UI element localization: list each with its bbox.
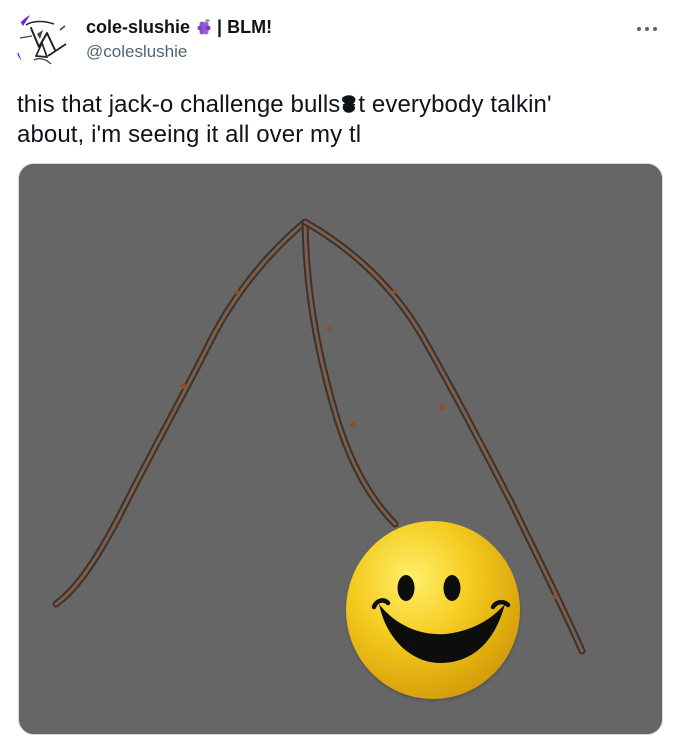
more-horizontal-icon [637,27,657,31]
tweet-text-before-redaction: this that jack-o challenge bulls [17,91,341,118]
tweet-text-after-redaction: t everybody talkin' [358,91,552,118]
more-options-button[interactable] [630,14,664,44]
author-name-row[interactable]: cole-slushie | BLM! [86,15,272,39]
display-name[interactable]: cole-slushie [86,15,190,39]
avatar-illustration [14,12,72,70]
grapes-emoji-icon [195,18,213,36]
tweet-text-line-2: about, i'm seeing it all over my tl [17,121,362,148]
tweet-text: this that jack-o challenge bulls t every… [17,90,657,150]
username-handle[interactable]: @coleslushie [86,42,187,62]
media-background [19,164,662,734]
tweet: cole-slushie | BLM! @coleslushie this th [0,0,680,744]
tweet-text-line-1: this that jack-o challenge bulls t every… [17,90,657,120]
display-name-suffix: | BLM! [217,17,273,37]
avatar[interactable] [14,12,72,70]
smiley-face-ball [346,521,520,699]
scribble-redaction-icon [341,93,357,115]
media-image [19,164,662,734]
tweet-media[interactable] [18,163,663,735]
